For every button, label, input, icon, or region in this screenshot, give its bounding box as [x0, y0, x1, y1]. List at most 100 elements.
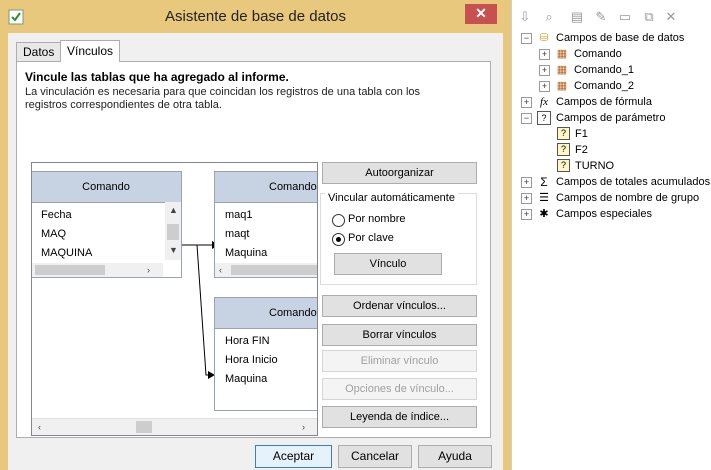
- table-comando[interactable]: Comando Fecha MAQ MAQUINA ▲ ▼ ›: [32, 171, 182, 278]
- table-icon: ▦: [556, 80, 568, 92]
- database-icon: ⛁: [539, 32, 549, 44]
- field-item[interactable]: maq1: [225, 209, 253, 221]
- tree-item-comando-2[interactable]: + ▦ Comando_2: [512, 78, 711, 94]
- clear-links-button[interactable]: Borrar vínculos: [322, 324, 477, 346]
- scroll-thumb[interactable]: [231, 265, 317, 275]
- field-item[interactable]: Maquina: [225, 247, 267, 259]
- order-links-button[interactable]: Ordenar vínculos...: [322, 295, 477, 317]
- scroll-left-icon[interactable]: ‹: [38, 421, 41, 433]
- table-comando-1[interactable]: Comando maq1 maqt Maquina ‹: [214, 171, 317, 278]
- scroll-up-icon[interactable]: ▲: [169, 204, 178, 216]
- rename-icon[interactable]: ▭: [618, 10, 632, 24]
- table-comando-2[interactable]: Comando Hora FIN Hora Inicio Maquina: [214, 297, 317, 411]
- title-bar[interactable]: Asistente de base de datos ✕: [0, 0, 511, 33]
- tree-label: Comando: [574, 48, 622, 60]
- tree-label: F2: [575, 144, 588, 156]
- scroll-right-icon[interactable]: ›: [147, 264, 150, 276]
- table-header[interactable]: Comando: [215, 172, 317, 203]
- expand-icon[interactable]: +: [521, 177, 532, 188]
- scroll-left-icon[interactable]: ‹: [219, 264, 222, 276]
- tree-item-running-totals[interactable]: + Σ Campos de totales acumulados: [512, 174, 711, 190]
- table-icon: ▦: [556, 64, 568, 76]
- new-icon[interactable]: ▤: [570, 10, 584, 24]
- field-item[interactable]: MAQ: [41, 228, 66, 240]
- tree-item-formula-fields[interactable]: + fx Campos de fórmula: [512, 94, 711, 110]
- expand-icon[interactable]: +: [539, 65, 550, 76]
- tree-label: Comando_1: [574, 64, 634, 76]
- accept-button[interactable]: Aceptar: [255, 445, 332, 468]
- tree-label: TURNO: [575, 160, 615, 172]
- by-name-label[interactable]: Por nombre: [348, 213, 405, 225]
- radio-selected-dot: [336, 237, 341, 242]
- tree-label: Campos especiales: [556, 208, 652, 220]
- link-button[interactable]: Vínculo: [334, 253, 442, 275]
- scroll-thumb[interactable]: [167, 224, 179, 240]
- help-button[interactable]: Ayuda: [418, 445, 492, 468]
- tree-item-database-fields[interactable]: − ⛁ Campos de base de datos: [512, 30, 711, 46]
- tree-label: Campos de parámetro: [556, 112, 666, 124]
- tree-item-f2[interactable]: ? F2: [512, 142, 711, 158]
- vertical-scrollbar[interactable]: ▲ ▼: [165, 202, 181, 260]
- database-wizard-dialog: Asistente de base de datos ✕ Datos Víncu…: [0, 0, 511, 470]
- expand-icon[interactable]: +: [521, 97, 532, 108]
- delete-link-button[interactable]: Eliminar vínculo: [322, 350, 477, 372]
- expand-icon[interactable]: +: [539, 81, 550, 92]
- field-explorer-toolbar: ⇩ ⌕ ▤ ✎ ▭ ⧉ ✕: [512, 0, 711, 32]
- parameter-field-icon: ?: [557, 159, 570, 172]
- field-item[interactable]: MAQUINA: [41, 247, 92, 259]
- formula-icon: fx: [540, 96, 548, 108]
- index-legend-button[interactable]: Leyenda de índice...: [322, 406, 477, 428]
- field-item[interactable]: Fecha: [41, 209, 72, 221]
- auto-arrange-button[interactable]: Autoorganizar: [322, 162, 477, 184]
- by-name-radio[interactable]: [332, 214, 345, 227]
- special-fields-icon: ✱: [539, 208, 549, 220]
- link-canvas[interactable]: Comando Fecha MAQ MAQUINA ▲ ▼ › Comando …: [31, 162, 318, 436]
- parameter-field-icon: ?: [557, 143, 570, 156]
- tab-vinculos[interactable]: Vínculos: [60, 40, 121, 62]
- close-button[interactable]: ✕: [465, 4, 497, 24]
- scroll-right-icon[interactable]: ›: [302, 421, 305, 433]
- tree-label: F1: [575, 128, 588, 140]
- auto-link-group-label: Vincular automáticamente: [325, 192, 458, 204]
- horizontal-scrollbar[interactable]: ‹: [215, 263, 317, 277]
- tree-label: Campos de base de datos: [556, 32, 685, 44]
- by-key-label[interactable]: Por clave: [348, 232, 394, 244]
- group-name-icon: ☰: [539, 192, 549, 204]
- browse-field-icon[interactable]: ⌕: [542, 10, 556, 24]
- scroll-down-icon[interactable]: ▼: [169, 244, 178, 256]
- cancel-button[interactable]: Cancelar: [338, 445, 412, 468]
- table-header[interactable]: Comando: [215, 298, 317, 329]
- edit-icon[interactable]: ✎: [594, 10, 608, 24]
- tab-datos[interactable]: Datos: [16, 42, 62, 61]
- by-key-radio[interactable]: [332, 233, 345, 246]
- tree-item-f1[interactable]: ? F1: [512, 126, 711, 142]
- expand-icon[interactable]: +: [539, 49, 550, 60]
- expand-icon[interactable]: +: [521, 193, 532, 204]
- tree-label: Campos de fórmula: [556, 96, 652, 108]
- field-item[interactable]: Maquina: [225, 373, 267, 385]
- canvas-horizontal-scrollbar[interactable]: ‹ ›: [32, 418, 317, 435]
- field-item[interactable]: maqt: [225, 228, 249, 240]
- duplicate-icon[interactable]: ⧉: [642, 10, 656, 24]
- tree-item-comando[interactable]: + ▦ Comando: [512, 46, 711, 62]
- tree-item-special-fields[interactable]: + ✱ Campos especiales: [512, 206, 711, 222]
- table-header[interactable]: Comando: [32, 172, 181, 203]
- tree-item-group-name-fields[interactable]: + ☰ Campos de nombre de grupo: [512, 190, 711, 206]
- insert-field-icon[interactable]: ⇩: [518, 10, 532, 24]
- collapse-icon[interactable]: −: [521, 33, 532, 44]
- field-item[interactable]: Hora Inicio: [225, 354, 278, 366]
- parameter-field-icon: ?: [557, 127, 570, 140]
- scroll-thumb[interactable]: [136, 421, 152, 433]
- tree-item-turno[interactable]: ? TURNO: [512, 158, 711, 174]
- collapse-icon[interactable]: −: [521, 113, 532, 124]
- field-explorer: ⇩ ⌕ ▤ ✎ ▭ ⧉ ✕ − ⛁ Campos de base de dato…: [511, 0, 711, 470]
- delete-icon[interactable]: ✕: [664, 10, 678, 24]
- expand-icon[interactable]: +: [521, 209, 532, 220]
- horizontal-scrollbar[interactable]: ›: [32, 263, 163, 277]
- panel-description: La vinculación es necesaria para que coi…: [25, 86, 421, 111]
- tree-item-comando-1[interactable]: + ▦ Comando_1: [512, 62, 711, 78]
- scroll-thumb[interactable]: [35, 265, 105, 275]
- field-item[interactable]: Hora FIN: [225, 335, 270, 347]
- tree-item-parameter-fields[interactable]: − ? Campos de parámetro: [512, 110, 711, 126]
- link-options-button[interactable]: Opciones de vínculo...: [322, 378, 477, 400]
